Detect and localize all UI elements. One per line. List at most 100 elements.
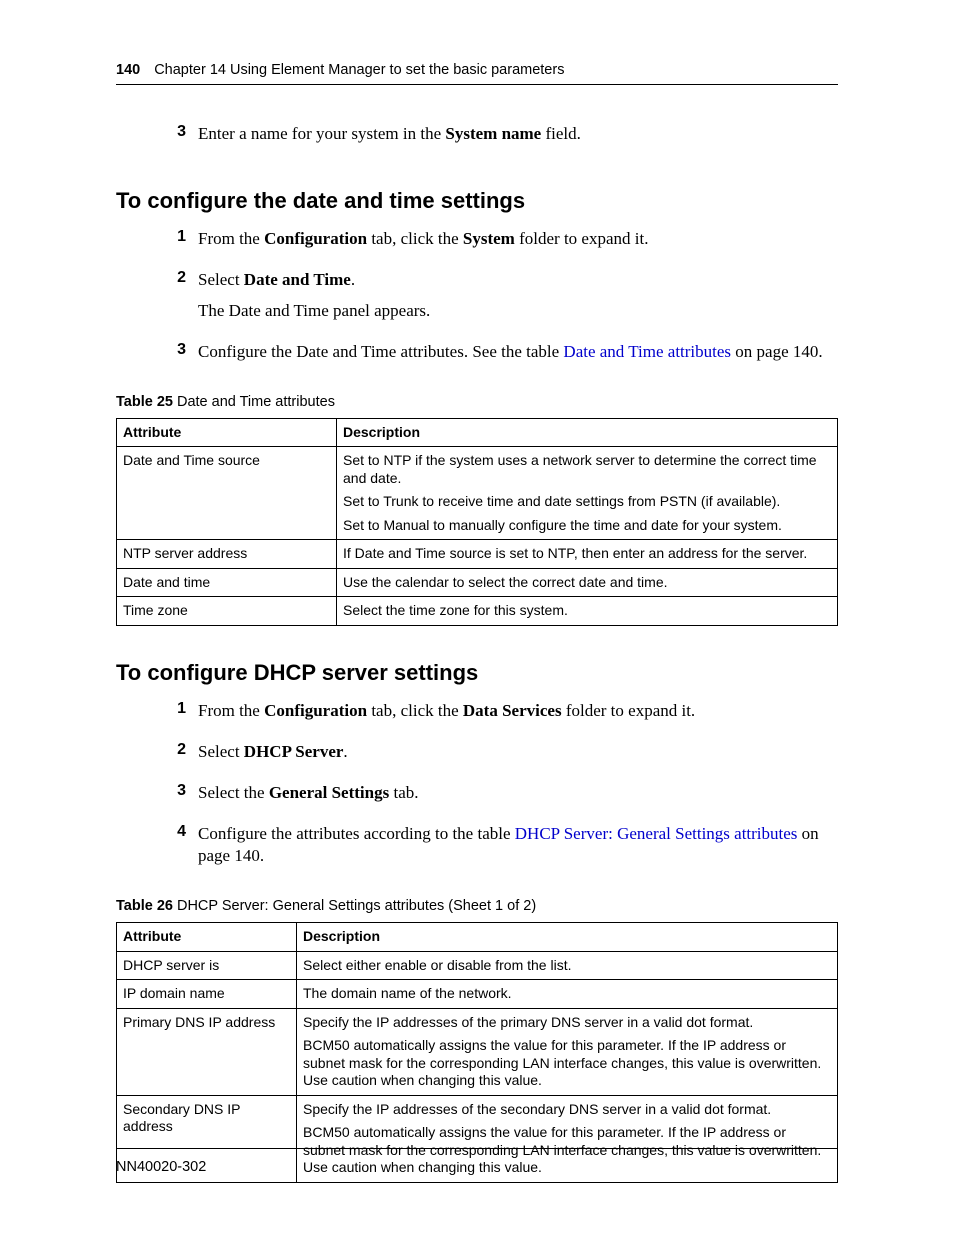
- step-text: Configure the attributes according to th…: [198, 824, 515, 843]
- document-id: NN40020-302: [116, 1159, 206, 1175]
- table-date-time-attributes: Attribute Description Date and Time sour…: [116, 418, 838, 626]
- step-item: 4 Configure the attributes according to …: [158, 823, 838, 877]
- step-body: Select DHCP Server.: [198, 741, 838, 772]
- step-text: From the: [198, 229, 264, 248]
- step-number: 3: [158, 123, 198, 154]
- step-text: tab, click the: [367, 229, 463, 248]
- bold-term: Data Services: [463, 701, 562, 720]
- column-header: Attribute: [117, 923, 297, 952]
- desc-cell: The domain name of the network.: [297, 980, 838, 1009]
- step-text: Configure the Date and Time attributes. …: [198, 342, 563, 361]
- column-header: Attribute: [117, 418, 337, 447]
- table-title: DHCP Server: General Settings attributes…: [173, 898, 536, 914]
- step-item: 1 From the Configuration tab, click the …: [158, 228, 838, 259]
- desc-text: Specify the IP addresses of the secondar…: [303, 1101, 831, 1119]
- desc-text: Select the time zone for this system.: [343, 602, 831, 620]
- desc-cell: If Date and Time source is set to NTP, t…: [337, 540, 838, 569]
- step-body: Enter a name for your system in the Syst…: [198, 123, 838, 154]
- step-item: 2 Select DHCP Server.: [158, 741, 838, 772]
- step-text: Enter a name for your system in the: [198, 124, 445, 143]
- table-row: Date and Time source Set to NTP if the s…: [117, 447, 838, 540]
- step-item: 3 Enter a name for your system in the Sy…: [158, 123, 838, 154]
- step-text: tab, click the: [367, 701, 463, 720]
- step-body: Configure the attributes according to th…: [198, 823, 838, 877]
- step-number: 1: [158, 228, 198, 259]
- table-caption: Table 25 Date and Time attributes: [116, 394, 838, 410]
- desc-text: If Date and Time source is set to NTP, t…: [343, 545, 831, 563]
- step-body: From the Configuration tab, click the Sy…: [198, 228, 838, 259]
- column-header: Description: [297, 923, 838, 952]
- step-item: 1 From the Configuration tab, click the …: [158, 700, 838, 731]
- attr-cell: Primary DNS IP address: [117, 1008, 297, 1095]
- bold-term: System: [463, 229, 515, 248]
- desc-cell: Select the time zone for this system.: [337, 597, 838, 626]
- attr-cell: NTP server address: [117, 540, 337, 569]
- desc-text: Set to Trunk to receive time and date se…: [343, 493, 831, 511]
- cross-reference-link[interactable]: DHCP Server: General Settings attributes: [515, 824, 798, 843]
- desc-cell: Use the calendar to select the correct d…: [337, 568, 838, 597]
- step-item: 3 Select the General Settings tab.: [158, 782, 838, 813]
- desc-cell: Set to NTP if the system uses a network …: [337, 447, 838, 540]
- step-item: 2 Select Date and Time. The Date and Tim…: [158, 269, 838, 331]
- step-number: 2: [158, 269, 198, 331]
- step-body: Select the General Settings tab.: [198, 782, 838, 813]
- column-header: Description: [337, 418, 838, 447]
- desc-cell: Select either enable or disable from the…: [297, 951, 838, 980]
- step-text: tab.: [389, 783, 418, 802]
- attr-cell: IP domain name: [117, 980, 297, 1009]
- step-number: 3: [158, 782, 198, 813]
- table-dhcp-general-settings: Attribute Description DHCP server is Sel…: [116, 922, 838, 1183]
- step-text: .: [343, 742, 347, 761]
- field-name: System name: [445, 124, 541, 143]
- chapter-title: Chapter 14 Using Element Manager to set …: [154, 62, 564, 78]
- step-text: folder to expand it.: [562, 701, 696, 720]
- step-text: Select: [198, 742, 244, 761]
- step-result: The Date and Time panel appears.: [198, 300, 838, 323]
- desc-text: Set to NTP if the system uses a network …: [343, 452, 831, 487]
- table-row: Date and time Use the calendar to select…: [117, 568, 838, 597]
- bold-term: Date and Time: [244, 270, 351, 289]
- step-text: From the: [198, 701, 264, 720]
- table-caption: Table 26 DHCP Server: General Settings a…: [116, 898, 838, 914]
- step-number: 4: [158, 823, 198, 877]
- table-row: NTP server address If Date and Time sour…: [117, 540, 838, 569]
- desc-text: Specify the IP addresses of the primary …: [303, 1014, 831, 1032]
- desc-text: Use the calendar to select the correct d…: [343, 574, 831, 592]
- table-title: Date and Time attributes: [173, 394, 335, 410]
- attr-cell: Date and time: [117, 568, 337, 597]
- desc-text: The domain name of the network.: [303, 985, 831, 1003]
- attr-cell: Date and Time source: [117, 447, 337, 540]
- bold-term: Configuration: [264, 229, 367, 248]
- page-number: 140: [116, 62, 140, 78]
- section-heading: To configure the date and time settings: [116, 188, 838, 214]
- step-text: Select: [198, 270, 244, 289]
- step-text: .: [351, 270, 355, 289]
- attr-cell: Time zone: [117, 597, 337, 626]
- table-row: DHCP server is Select either enable or d…: [117, 951, 838, 980]
- bold-term: General Settings: [269, 783, 389, 802]
- desc-text: Select either enable or disable from the…: [303, 957, 831, 975]
- step-text: field.: [541, 124, 581, 143]
- step-text: Select the: [198, 783, 269, 802]
- section-heading: To configure DHCP server settings: [116, 660, 838, 686]
- step-item: 3 Configure the Date and Time attributes…: [158, 341, 838, 372]
- step-body: Select Date and Time. The Date and Time …: [198, 269, 838, 331]
- page-footer: NN40020-302: [116, 1148, 838, 1175]
- table-row: Time zone Select the time zone for this …: [117, 597, 838, 626]
- desc-text: Set to Manual to manually configure the …: [343, 517, 831, 535]
- table-row: IP domain name The domain name of the ne…: [117, 980, 838, 1009]
- step-number: 1: [158, 700, 198, 731]
- cross-reference-link[interactable]: Date and Time attributes: [563, 342, 731, 361]
- step-number: 2: [158, 741, 198, 772]
- table-number: Table 25: [116, 394, 173, 410]
- table-row: Primary DNS IP address Specify the IP ad…: [117, 1008, 838, 1095]
- step-body: Configure the Date and Time attributes. …: [198, 341, 838, 372]
- desc-text: BCM50 automatically assigns the value fo…: [303, 1037, 831, 1090]
- table-number: Table 26: [116, 898, 173, 914]
- page-header: 140 Chapter 14 Using Element Manager to s…: [116, 62, 838, 85]
- bold-term: Configuration: [264, 701, 367, 720]
- step-number: 3: [158, 341, 198, 372]
- attr-cell: DHCP server is: [117, 951, 297, 980]
- bold-term: DHCP Server: [244, 742, 344, 761]
- step-body: From the Configuration tab, click the Da…: [198, 700, 838, 731]
